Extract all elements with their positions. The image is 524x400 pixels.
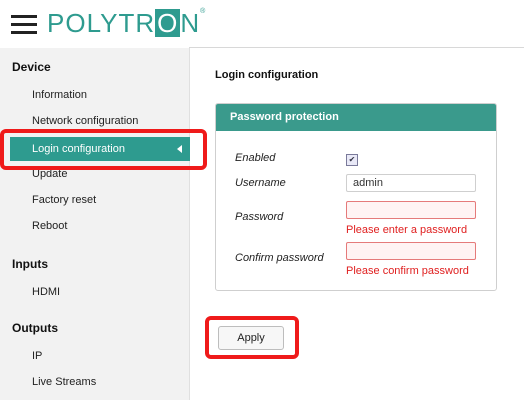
username-input[interactable]: [346, 174, 476, 192]
password-label: Password: [235, 211, 284, 223]
sidebar-item-ip[interactable]: IP: [32, 350, 42, 362]
sidebar-item-login-configuration[interactable]: Login configuration: [10, 137, 190, 161]
sidebar-item-live-streams[interactable]: Live Streams: [32, 376, 96, 388]
sidebar-item-hdmi[interactable]: HDMI: [32, 286, 60, 298]
header: POLYTRON®: [0, 0, 524, 47]
sidebar-item-information[interactable]: Information: [32, 89, 87, 101]
polytron-logo: POLYTRON®: [47, 8, 207, 38]
sidebar: Device Information Network configuration…: [0, 48, 190, 400]
sidebar-section-outputs: Outputs: [12, 321, 58, 335]
password-error: Please enter a password: [346, 224, 468, 236]
confirm-password-input[interactable]: [346, 242, 476, 260]
sidebar-section-device: Device: [12, 60, 51, 74]
sidebar-item-reboot[interactable]: Reboot: [32, 220, 67, 232]
username-label: Username: [235, 177, 286, 189]
enabled-label: Enabled: [235, 152, 276, 164]
header-divider: [189, 47, 524, 48]
password-input[interactable]: [346, 201, 476, 219]
sidebar-item-label: Login configuration: [32, 143, 125, 155]
apply-button[interactable]: Apply: [218, 326, 284, 350]
menu-icon[interactable]: [11, 15, 37, 35]
confirm-password-error: Please confirm password: [346, 265, 469, 277]
sidebar-item-update[interactable]: Update: [32, 168, 67, 180]
page-title: Login configuration: [215, 69, 319, 81]
sidebar-item-network-configuration[interactable]: Network configuration: [32, 115, 138, 127]
caret-left-icon: [177, 145, 182, 153]
password-protection-panel: Password protection Enabled ✔ Username P…: [215, 103, 497, 291]
sidebar-item-factory-reset[interactable]: Factory reset: [32, 194, 96, 206]
panel-header: Password protection: [216, 104, 496, 131]
enabled-checkbox[interactable]: ✔: [346, 154, 358, 166]
confirm-password-label: Confirm password: [235, 252, 324, 264]
sidebar-section-inputs: Inputs: [12, 257, 48, 271]
